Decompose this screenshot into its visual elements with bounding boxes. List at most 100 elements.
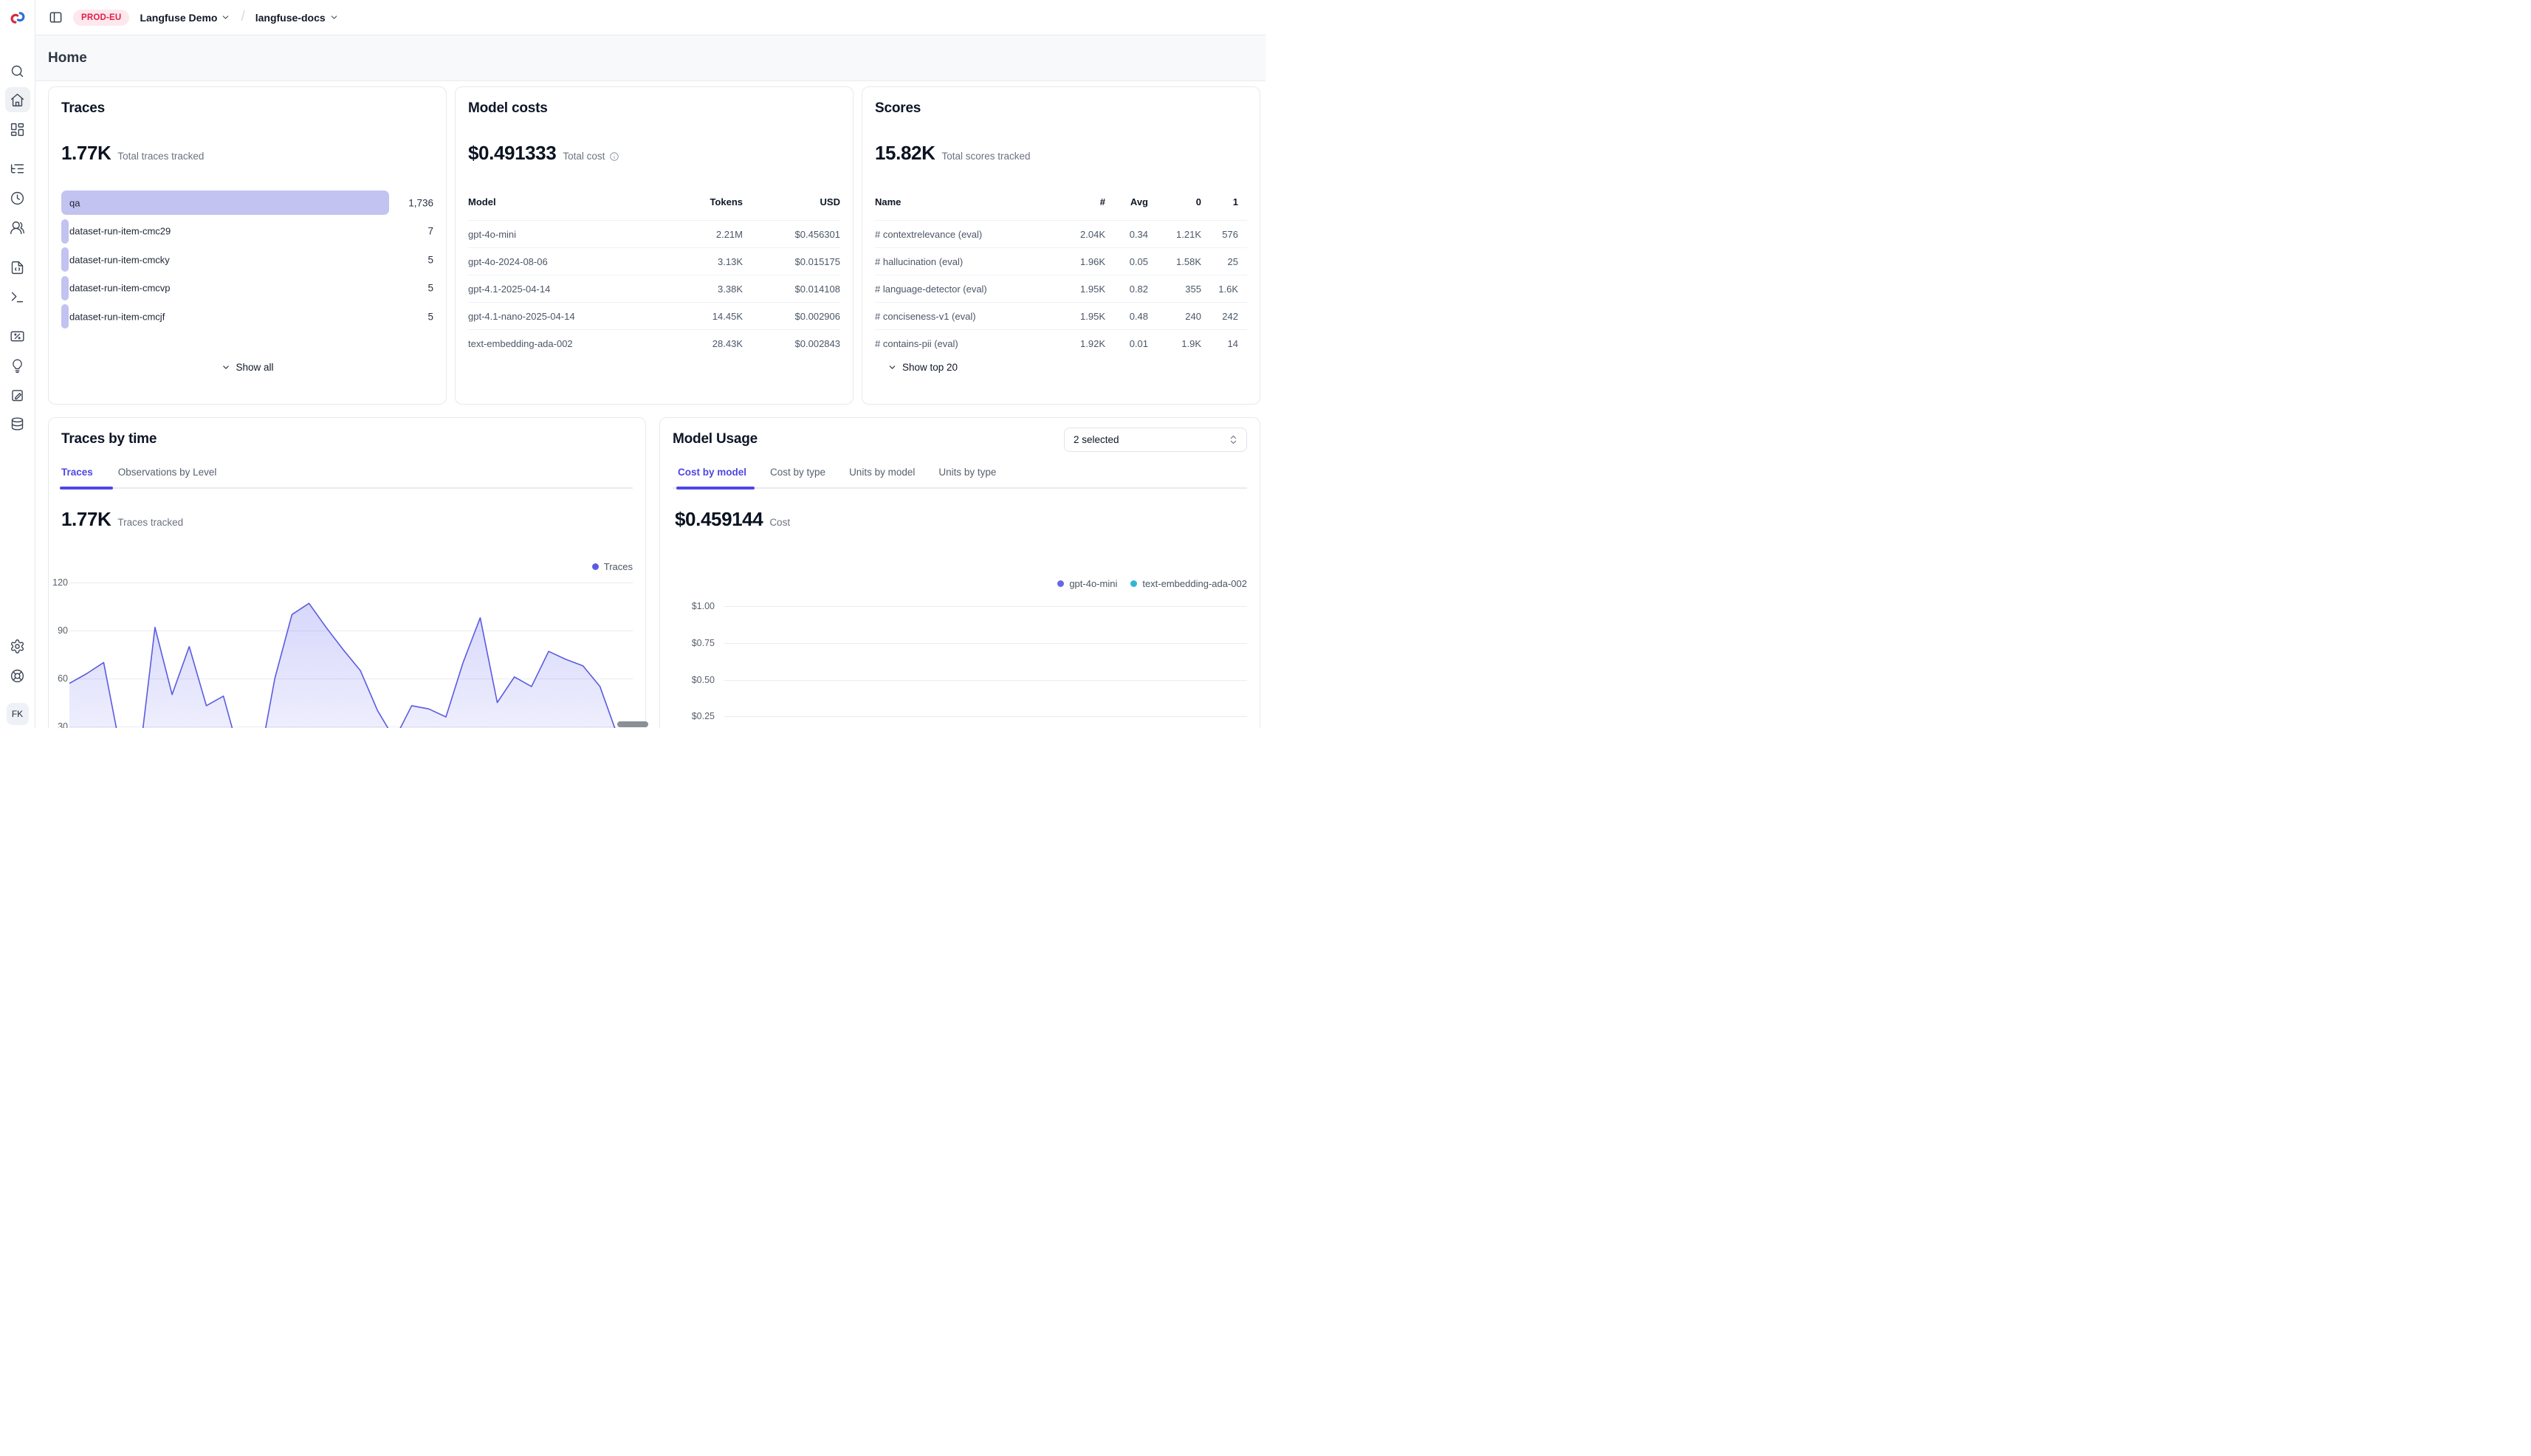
metric-label: Cost xyxy=(769,517,790,528)
chevron-down-icon xyxy=(221,363,230,372)
clock-icon xyxy=(10,190,25,206)
langfuse-logo-icon[interactable] xyxy=(8,8,27,27)
trace-bar-row: dataset-run-item-cmcvp5 xyxy=(61,276,433,301)
home-icon xyxy=(10,92,25,108)
sidebar-item-support[interactable] xyxy=(5,663,30,688)
sidebar-item-dashboards[interactable] xyxy=(5,117,30,142)
sidebar-item-evaluation[interactable] xyxy=(5,323,30,348)
sidebar-item-prompts[interactable] xyxy=(5,255,30,280)
user-avatar[interactable]: FK xyxy=(7,703,29,725)
sidebar-item-annotation[interactable] xyxy=(5,382,30,408)
chevron-down-icon xyxy=(329,13,339,22)
y-tick-label: 60 xyxy=(49,673,68,684)
metric-label: Traces tracked xyxy=(117,517,183,528)
table-cell: 355 xyxy=(1148,284,1201,295)
table-cell: 0.01 xyxy=(1105,338,1148,349)
y-tick-label: 120 xyxy=(49,577,68,588)
sidebar-item-tracing[interactable] xyxy=(5,156,30,181)
gridline xyxy=(724,716,1247,717)
scores-table-header: Name # Avg 0 1 xyxy=(875,190,1247,213)
org-switcher[interactable]: Langfuse Demo xyxy=(140,12,230,24)
tab-observations-by-level[interactable]: Observations by Level xyxy=(118,467,217,478)
model-usage-card: Model Usage 2 selected Cost by model Cos… xyxy=(659,417,1260,728)
trace-count: 5 xyxy=(427,254,433,265)
table-cell: # contextrelevance (eval) xyxy=(875,229,1064,240)
traces-metric: 1.77K Total traces tracked xyxy=(61,142,204,165)
tab-cost-by-type[interactable]: Cost by type xyxy=(770,467,825,478)
sidebar-item-datasets[interactable] xyxy=(5,411,30,436)
sidebar-item-settings[interactable] xyxy=(5,633,30,659)
app-root: FK PROD-EU Langfuse Demo / langfuse-docs… xyxy=(0,0,1266,728)
sidebar-item-users[interactable] xyxy=(5,215,30,240)
table-row: gpt-4o-2024-08-063.13K$0.015175 xyxy=(468,247,840,275)
col-one: 1 xyxy=(1201,196,1238,207)
tab-active-indicator xyxy=(676,487,755,490)
table-cell: gpt-4.1-2025-04-14 xyxy=(468,284,660,295)
scores-metric: 15.82K Total scores tracked xyxy=(875,142,1031,165)
tab-active-indicator xyxy=(60,487,113,490)
table-cell: # hallucination (eval) xyxy=(875,256,1064,267)
y-tick-label: $0.75 xyxy=(660,638,715,648)
tab-units-by-model[interactable]: Units by model xyxy=(849,467,915,478)
table-row: text-embedding-ada-00228.43K$0.002843 xyxy=(468,329,840,357)
project-switcher[interactable]: langfuse-docs xyxy=(255,12,339,24)
sidebar-item-sessions[interactable] xyxy=(5,185,30,210)
traces-bar-list: qa1,736dataset-run-item-cmc297dataset-ru… xyxy=(61,190,433,329)
gridline xyxy=(724,680,1247,681)
horizontal-scrollbar-thumb[interactable] xyxy=(617,721,648,727)
metric-value: $0.491333 xyxy=(468,142,556,165)
col-count: # xyxy=(1064,196,1105,207)
sidebar-toggle-button[interactable] xyxy=(49,10,63,24)
chevrons-up-down-icon xyxy=(1228,434,1239,445)
legend-label: text-embedding-ada-002 xyxy=(1142,578,1247,589)
users-icon xyxy=(10,220,25,236)
tab-traces[interactable]: Traces xyxy=(61,467,93,478)
trace-count: 5 xyxy=(427,311,433,322)
trace-name: dataset-run-item-cmcjf xyxy=(69,311,165,322)
trace-bar xyxy=(61,304,69,329)
table-row: # hallucination (eval)1.96K0.051.58K25 xyxy=(875,247,1247,275)
environment-badge[interactable]: PROD-EU xyxy=(73,10,129,26)
sidebar-item-insights[interactable] xyxy=(5,353,30,378)
sidebar-item-search[interactable] xyxy=(5,58,30,83)
metric-label-text: Total cost xyxy=(563,151,605,162)
table-cell: 0.34 xyxy=(1105,229,1148,240)
trace-name: dataset-run-item-cmc29 xyxy=(69,226,171,237)
trace-name: dataset-run-item-cmcvp xyxy=(69,283,171,294)
trace-name: qa xyxy=(69,197,80,208)
info-icon[interactable] xyxy=(609,151,619,162)
col-name: Name xyxy=(875,196,1064,207)
table-cell: $0.456301 xyxy=(743,229,840,240)
trace-count: 1,736 xyxy=(408,197,433,208)
sidebar-item-home[interactable] xyxy=(5,87,30,112)
legend-item: text-embedding-ada-002 xyxy=(1130,578,1247,589)
gridline xyxy=(724,643,1247,644)
legend-dot xyxy=(1057,580,1064,587)
legend-item: gpt-4o-mini xyxy=(1057,578,1117,589)
show-top-20-button[interactable]: Show top 20 xyxy=(887,362,958,373)
terminal-icon xyxy=(10,289,25,305)
tab-track xyxy=(61,487,633,489)
sidebar-item-playground[interactable] xyxy=(5,284,30,309)
card-title: Scores xyxy=(875,100,921,117)
col-usd: USD xyxy=(743,196,840,207)
show-all-button[interactable]: Show all xyxy=(221,362,273,373)
breadcrumb-separator: / xyxy=(241,9,244,25)
project-name: langfuse-docs xyxy=(255,12,326,24)
table-cell: 2.21M xyxy=(660,229,743,240)
tab-cost-by-model[interactable]: Cost by model xyxy=(678,467,746,478)
table-cell: # language-detector (eval) xyxy=(875,284,1064,295)
sidebar: FK xyxy=(0,0,35,728)
tab-units-by-type[interactable]: Units by type xyxy=(938,467,996,478)
y-tick-label: 90 xyxy=(49,625,68,636)
clipboard-pen-icon xyxy=(10,388,25,403)
table-cell: $0.015175 xyxy=(743,256,840,267)
col-avg: Avg xyxy=(1105,196,1148,207)
table-cell: gpt-4.1-nano-2025-04-14 xyxy=(468,311,660,322)
dashboard-content: Traces 1.77K Total traces tracked qa 1,73… xyxy=(35,81,1266,728)
model-costs-card: Model costs $0.491333 Total cost Model T… xyxy=(455,86,854,405)
model-select[interactable]: 2 selected xyxy=(1064,427,1247,452)
table-cell: $0.002906 xyxy=(743,311,840,322)
model-costs-metric: $0.491333 Total cost xyxy=(468,142,619,165)
trace-bar xyxy=(61,247,69,272)
